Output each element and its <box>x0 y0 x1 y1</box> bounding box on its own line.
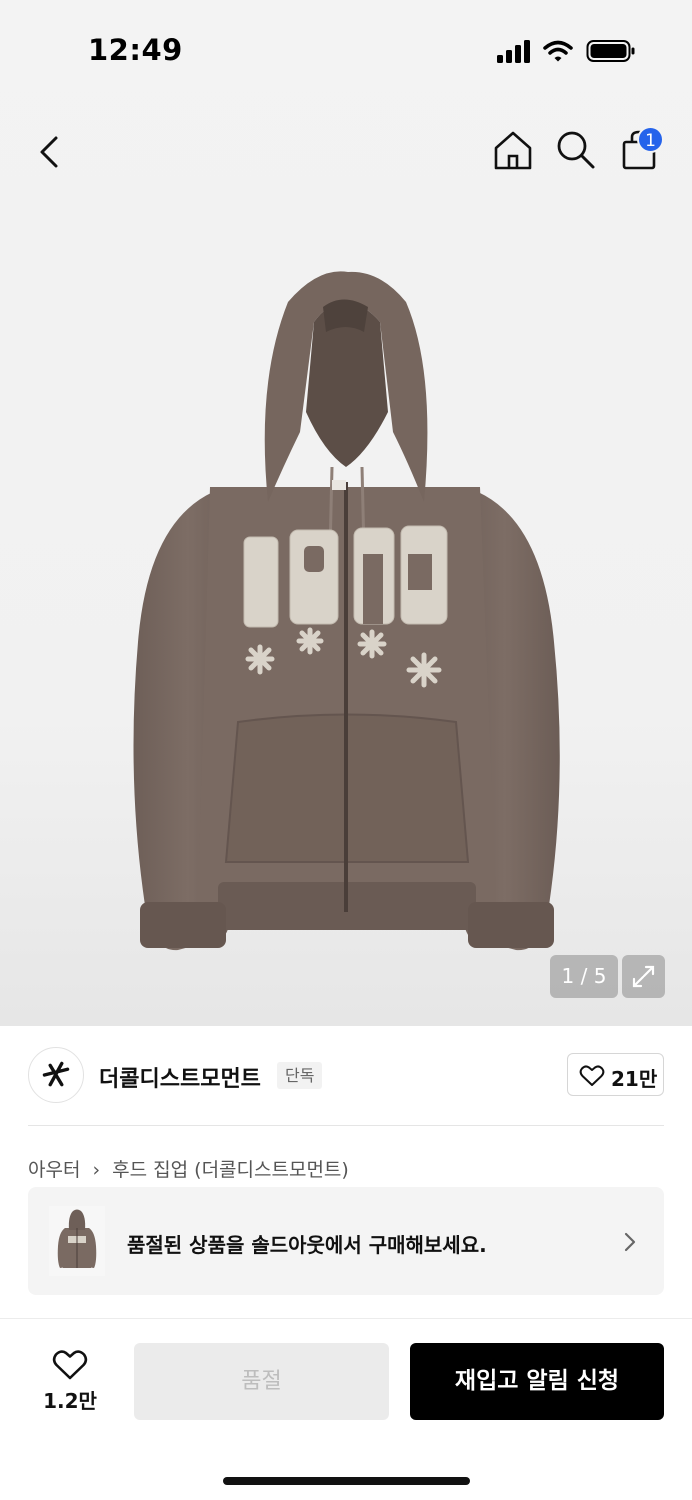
bottom-action-bar: 1.2만 품절 재입고 알림 신청 <box>0 1318 692 1500</box>
brand-name[interactable]: 더콜디스트모먼트 <box>99 1061 261 1093</box>
soldout-promo-text: 품절된 상품을 솔드아웃에서 구매해보세요. <box>127 1233 487 1257</box>
restock-alert-button[interactable]: 재입고 알림 신청 <box>410 1343 664 1420</box>
brand-like-count: 21만 <box>611 1067 658 1091</box>
product-thumbnail <box>49 1206 105 1276</box>
exclusive-badge: 단독 <box>277 1062 323 1089</box>
status-bar: 12:49 <box>0 0 692 100</box>
home-icon[interactable] <box>488 126 538 176</box>
back-icon[interactable] <box>26 128 74 176</box>
heart-icon <box>579 1065 605 1086</box>
brand-logo[interactable] <box>28 1047 84 1103</box>
expand-icon[interactable] <box>622 955 665 998</box>
cellular-signal-icon <box>497 40 530 63</box>
chevron-right-icon: › <box>92 1159 101 1181</box>
soldout-button: 품절 <box>134 1343 389 1420</box>
cart-badge: 1 <box>637 126 664 153</box>
breadcrumb-category[interactable]: 아우터 <box>28 1159 80 1181</box>
product-image[interactable] <box>118 262 574 962</box>
wifi-icon <box>543 40 573 62</box>
brand-like-button[interactable]: 21만 <box>567 1053 664 1096</box>
battery-icon <box>586 40 635 62</box>
brand-row: 더콜디스트모먼트 단독 21만 <box>0 1026 692 1126</box>
soldout-promo-card[interactable]: 품절된 상품을 솔드아웃에서 구매해보세요. <box>28 1187 664 1295</box>
divider <box>28 1125 664 1126</box>
chevron-right-icon <box>624 1232 636 1252</box>
image-counter: 1 / 5 <box>550 955 618 998</box>
home-indicator <box>223 1477 470 1485</box>
wishlist-button[interactable]: 1.2만 <box>38 1345 102 1417</box>
breadcrumb: 아우터 › 후드 집업 (더콜디스트모먼트) <box>28 1155 349 1182</box>
product-hero: 12:49 1 1 / 5 <box>0 0 692 1026</box>
breadcrumb-subcategory[interactable]: 후드 집업 (더콜디스트모먼트) <box>112 1159 349 1181</box>
heart-icon <box>52 1350 88 1380</box>
wishlist-count: 1.2만 <box>43 1389 97 1413</box>
search-icon[interactable] <box>552 126 600 174</box>
status-time: 12:49 <box>88 33 183 67</box>
